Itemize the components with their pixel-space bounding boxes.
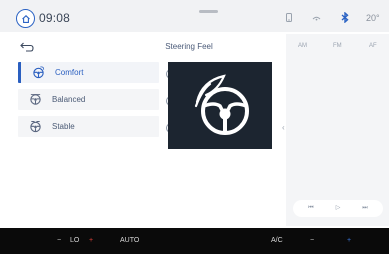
phone-icon [286,13,292,22]
status-bar: 09:08 20° [0,0,389,32]
option-label-comfort: Comfort [55,68,84,77]
collapse-panel-toggle[interactable]: ‹ [282,123,285,132]
option-label-stable: Stable [52,122,75,131]
fan-increase-button[interactable]: + [347,237,351,244]
drag-handle[interactable] [199,10,218,13]
option-stable[interactable]: Stable [18,116,159,137]
steering-comfort-icon [33,66,45,79]
fan-decrease-button[interactable]: − [310,237,314,244]
radio-controls: ⏮ ▷ ⏭ [293,200,383,217]
signal-icon [312,16,321,21]
clock-time: 09:08 [39,11,71,25]
home-button[interactable] [16,9,35,28]
tab-af[interactable]: AF [369,43,377,49]
temp-increase-button[interactable]: + [89,237,93,244]
tab-am[interactable]: AM [298,43,307,49]
previous-button[interactable]: ⏮ [301,203,321,214]
home-icon [21,14,30,23]
temp-decrease-button[interactable]: − [57,237,61,244]
option-comfort[interactable]: Comfort [18,62,159,83]
back-arrow-icon[interactable] [20,42,34,52]
tab-fm[interactable]: FM [333,43,342,49]
bluetooth-icon [341,12,349,23]
climate-bar: − LO + AUTO A/C − + [0,228,389,254]
page-title: Steering Feel [165,42,213,51]
option-label-balanced: Balanced [52,95,86,104]
next-button[interactable]: ⏭ [355,203,375,214]
steering-preview-image [168,62,272,149]
steering-stable-icon [30,121,41,133]
infotainment-screen: 09:08 20° Steering Feel Comfort Balanced… [0,0,389,254]
auto-climate-button[interactable]: AUTO [120,237,139,244]
steering-wheel-feather-icon [194,74,249,135]
radio-panel: AM FM AF [286,34,389,226]
temperature-readout: 20° [366,13,380,23]
left-temperature: LO [70,237,80,244]
ac-button[interactable]: A/C [271,237,283,244]
steering-balanced-icon [30,94,41,105]
option-balanced[interactable]: Balanced [18,89,159,110]
play-button[interactable]: ▷ [328,203,348,214]
